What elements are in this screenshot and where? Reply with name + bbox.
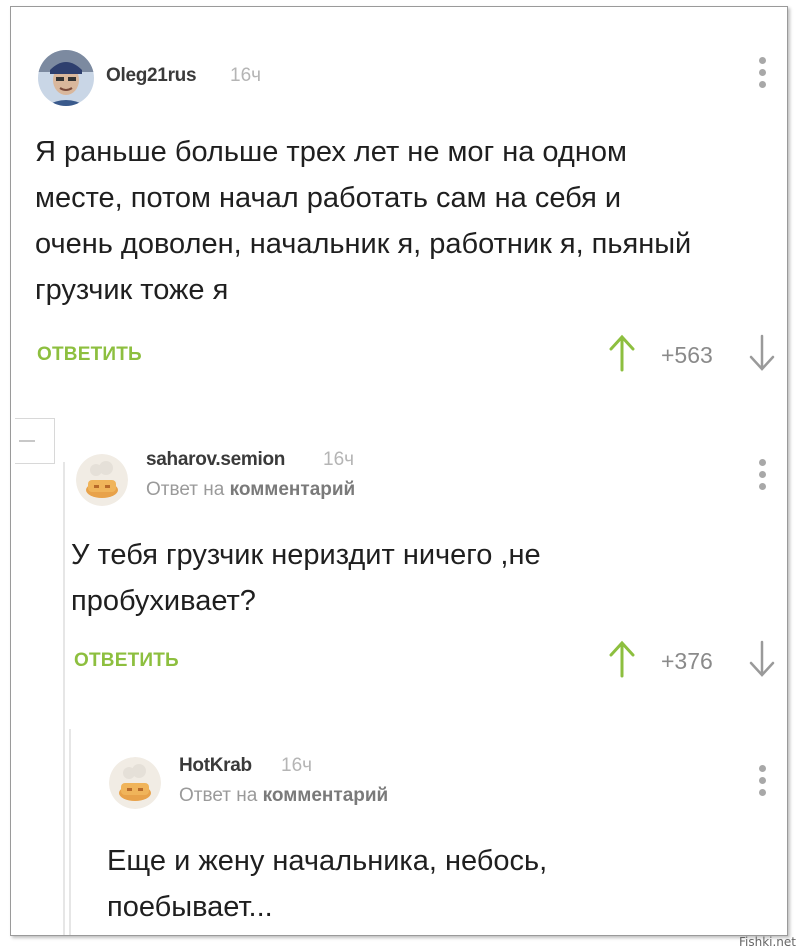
comment-text: Я раньше больше трех лет не мог на одном… — [35, 136, 692, 306]
more-options-icon[interactable] — [757, 765, 767, 801]
avatar[interactable] — [76, 454, 128, 506]
comment-text: Еще и жену начальника, небось, поебывает… — [107, 845, 548, 923]
more-options-icon[interactable] — [757, 459, 767, 495]
default-avatar-icon — [109, 757, 161, 809]
downvote-arrow-icon[interactable] — [749, 334, 775, 372]
collapse-thread-button[interactable] — [15, 418, 55, 464]
comment-thread: Oleg21rus 16ч Я раньше больше трех лет н… — [10, 6, 788, 936]
comment-author[interactable]: Oleg21rus — [106, 65, 197, 87]
avatar[interactable] — [109, 757, 161, 809]
default-avatar-icon — [76, 454, 128, 506]
reply-target-link[interactable]: комментарий — [263, 785, 389, 806]
comment-author[interactable]: saharov.semion — [146, 449, 285, 471]
reply-button[interactable]: ОТВЕТИТЬ — [37, 344, 142, 366]
more-options-icon[interactable] — [757, 57, 767, 93]
reply-to-label: Ответ на комментарий — [146, 479, 356, 500]
thread-line — [63, 462, 65, 935]
upvote-arrow-icon[interactable] — [609, 334, 635, 372]
reply-button[interactable]: ОТВЕТИТЬ — [74, 650, 179, 672]
comment-time: 16ч — [323, 449, 355, 470]
watermark: Fishki.net — [738, 935, 796, 949]
comment-time: 16ч — [230, 65, 262, 86]
avatar[interactable] — [38, 50, 94, 106]
user-photo-icon — [38, 50, 94, 106]
rating-count: +563 — [661, 342, 713, 368]
comment-text: У тебя грузчик неpиздит ничего ,не пробу… — [71, 539, 541, 617]
reply-target-link[interactable]: комментарий — [230, 479, 356, 500]
downvote-arrow-icon[interactable] — [749, 640, 775, 678]
comment-author[interactable]: HotKrab — [179, 755, 252, 777]
collapse-icon — [19, 440, 35, 442]
comment-time: 16ч — [281, 755, 313, 776]
upvote-arrow-icon[interactable] — [609, 640, 635, 678]
thread-line — [69, 729, 71, 935]
reply-to-label: Ответ на комментарий — [179, 785, 389, 806]
rating-count: +376 — [661, 648, 713, 674]
